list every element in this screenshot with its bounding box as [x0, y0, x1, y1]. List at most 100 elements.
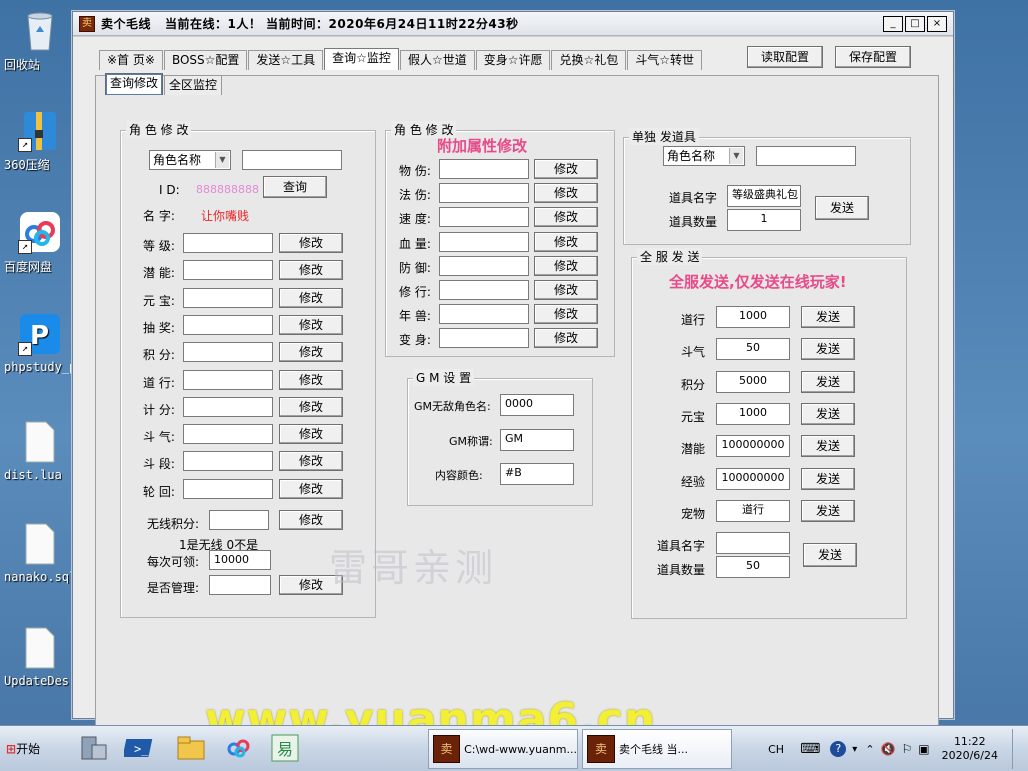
server-send-button[interactable]: 发送 — [801, 370, 855, 393]
desktop-icon-baidu-netdisk[interactable]: ↗ 百度网盘 — [4, 210, 76, 274]
role-field-input[interactable] — [183, 314, 273, 335]
role-field-edit-button[interactable]: 修改 — [279, 451, 343, 472]
server-send-button[interactable]: 发送 — [801, 402, 855, 425]
attr-field-input[interactable] — [439, 183, 529, 204]
attr-field-input[interactable] — [439, 328, 529, 349]
show-desktop-button[interactable] — [1012, 729, 1026, 769]
role-field-edit-button[interactable]: 修改 — [279, 287, 343, 308]
single-role-select[interactable]: 角色名称 ▼ — [663, 146, 745, 166]
desktop-icon-recycle-bin[interactable]: 回收站 — [4, 8, 76, 72]
attr-field-edit-button[interactable]: 修改 — [534, 255, 598, 276]
role-field-input[interactable] — [183, 260, 273, 281]
network-icon[interactable]: ▣ — [918, 742, 929, 756]
desktop-icon-updatedes[interactable]: UpdateDes... — [4, 626, 91, 688]
desktop-icon-phpstudy[interactable]: P ↗ phpstudy_pro — [4, 312, 91, 374]
role-field-input[interactable] — [183, 478, 273, 499]
server-send-button[interactable]: 发送 — [801, 499, 855, 522]
attr-field-edit-button[interactable]: 修改 — [534, 280, 598, 300]
powershell-icon[interactable]: >_ — [122, 731, 158, 765]
server-item-qty-input[interactable]: 50 — [716, 556, 790, 578]
volume-muted-icon[interactable]: 🔇 — [881, 742, 896, 756]
tab-douqi[interactable]: 斗气☆转世 — [627, 50, 702, 70]
role-type-select[interactable]: 角色名称 ▼ — [149, 150, 231, 170]
tab-home[interactable]: ※首 页※ — [99, 50, 163, 70]
server-send-button[interactable]: 发送 — [801, 435, 855, 458]
attr-field-input[interactable] — [439, 231, 529, 252]
attr-field-input[interactable] — [439, 207, 529, 228]
options-icon[interactable]: ▾ — [852, 744, 857, 755]
role-field-edit-button[interactable]: 修改 — [279, 396, 343, 417]
gm-field-input[interactable]: GM — [500, 429, 574, 451]
query-button[interactable]: 查询 — [263, 176, 327, 198]
server-field-input[interactable]: 1000 — [716, 402, 790, 425]
maximize-button[interactable]: □ — [905, 16, 925, 32]
role-field-edit-button[interactable]: 修改 — [279, 233, 343, 253]
taskbar-item-app[interactable]: 卖卖个毛线 当... — [582, 729, 732, 769]
read-config-button[interactable]: 读取配置 — [747, 46, 823, 68]
tab-boss[interactable]: BOSS☆配置 — [163, 50, 248, 70]
meici-input[interactable]: 10000 — [209, 550, 271, 570]
role-search-input[interactable] — [242, 150, 342, 170]
role-field-input[interactable] — [183, 287, 273, 308]
role-field-edit-button[interactable]: 修改 — [279, 424, 343, 445]
tab-bots[interactable]: 假人☆世道 — [399, 50, 475, 70]
role-field-input[interactable] — [183, 369, 273, 390]
taskbar-item-cmd[interactable]: 卖 C:\wd-www.yuanm... — [428, 729, 578, 769]
role-field-edit-button[interactable]: 修改 — [279, 369, 343, 390]
clock[interactable]: 11:22 2020/6/24 — [942, 735, 998, 763]
role-field-edit-button[interactable]: 修改 — [279, 478, 343, 499]
server-send-button[interactable]: 发送 — [801, 467, 855, 490]
keyboard-icon[interactable]: ⌨ — [800, 741, 820, 757]
server-send-button[interactable]: 发送 — [801, 306, 855, 328]
wuxian-edit-button[interactable]: 修改 — [279, 510, 343, 530]
role-field-edit-button[interactable]: 修改 — [279, 260, 343, 281]
single-item-qty-input[interactable]: 1 — [727, 209, 801, 231]
server-field-input[interactable]: 5000 — [716, 370, 790, 393]
role-field-edit-button[interactable]: 修改 — [279, 314, 343, 335]
server-manager-icon[interactable] — [76, 731, 110, 765]
attr-field-edit-button[interactable]: 修改 — [534, 328, 598, 349]
title-bar[interactable]: 卖 卖个毛线 当前在线：1人！ 当前时间：2020年6月24日11时22分43秒… — [73, 12, 953, 36]
tab-redeem[interactable]: 兑换☆礼包 — [551, 50, 627, 70]
explorer-icon[interactable] — [174, 731, 208, 765]
attr-field-input[interactable] — [439, 304, 529, 325]
server-item-name-input[interactable] — [716, 532, 790, 554]
attr-field-edit-button[interactable]: 修改 — [534, 231, 598, 252]
server-field-input[interactable]: 100000000 — [716, 435, 790, 458]
help-icon[interactable]: ? — [830, 741, 847, 757]
server-send-button[interactable]: 发送 — [801, 338, 855, 361]
flag-icon[interactable]: ⚐ — [901, 742, 912, 756]
admin-input[interactable] — [209, 575, 271, 595]
tab-query-monitor[interactable]: 查询☆监控 — [324, 48, 399, 70]
attr-field-input[interactable] — [439, 159, 529, 179]
role-field-input[interactable] — [183, 424, 273, 445]
role-field-input[interactable] — [183, 451, 273, 472]
server-item-send-button[interactable]: 发送 — [803, 543, 857, 567]
server-field-input[interactable]: 100000000 — [716, 467, 790, 490]
gm-field-input[interactable]: 0000 — [500, 394, 574, 416]
start-button[interactable]: ⊞开始 — [2, 736, 52, 762]
close-button[interactable]: × — [927, 16, 947, 32]
save-config-button[interactable]: 保存配置 — [835, 46, 911, 68]
single-item-name-input[interactable]: 等级盛典礼包 — [727, 185, 801, 207]
server-field-input[interactable]: 50 — [716, 338, 790, 361]
attr-field-input[interactable] — [439, 255, 529, 276]
role-field-input[interactable] — [183, 233, 273, 253]
app-icon-green[interactable]: 易 — [268, 731, 302, 765]
attr-field-edit-button[interactable]: 修改 — [534, 304, 598, 325]
gm-field-input[interactable]: #B — [500, 463, 574, 485]
single-send-button[interactable]: 发送 — [815, 196, 869, 220]
role-field-input[interactable] — [183, 396, 273, 417]
attr-field-edit-button[interactable]: 修改 — [534, 159, 598, 179]
desktop-icon-360zip[interactable]: ↗ 360压缩 — [4, 108, 76, 172]
attr-field-input[interactable] — [439, 280, 529, 300]
wuxian-input[interactable] — [209, 510, 269, 530]
desktop-icon-dist-lua[interactable]: dist.lua — [4, 420, 76, 482]
desktop-icon-nanako-sql[interactable]: nanako.sql — [4, 522, 76, 584]
subtab-query-edit[interactable]: 查询修改 — [105, 73, 164, 95]
role-field-edit-button[interactable]: 修改 — [279, 342, 343, 363]
baidu-netdisk-taskbar-icon[interactable] — [222, 731, 256, 765]
tab-send-tools[interactable]: 发送☆工具 — [248, 50, 324, 70]
minimize-button[interactable]: _ — [883, 16, 903, 32]
single-role-input[interactable] — [756, 146, 856, 166]
